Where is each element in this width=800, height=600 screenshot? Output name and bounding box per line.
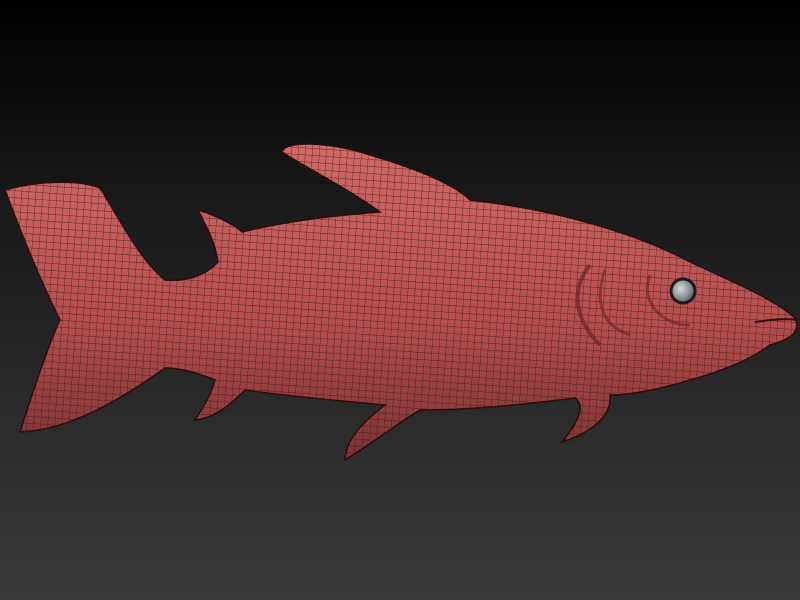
3d-viewport[interactable] [0, 0, 800, 600]
fish-eye-icon [669, 277, 697, 305]
fish-model [4, 143, 799, 462]
